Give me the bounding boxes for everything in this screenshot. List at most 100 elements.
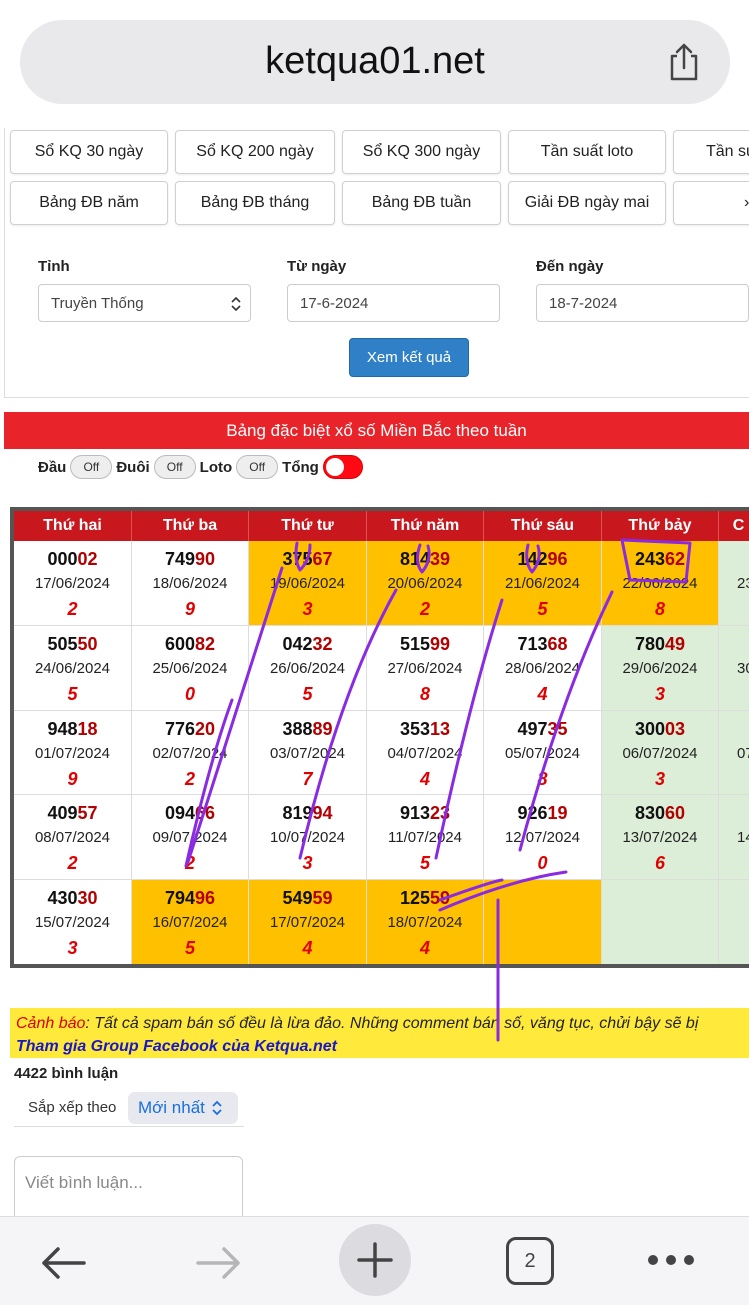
result-cell: 35313 04/07/2024 4 <box>367 711 484 795</box>
result-date: 19/06/2024 <box>269 575 346 592</box>
result-cell: 77620 02/07/2024 2 <box>132 711 249 795</box>
result-sum: 4 <box>419 938 430 958</box>
result-date: 14 <box>737 829 749 846</box>
result-number: 74990 <box>132 549 248 570</box>
toggle-duoi[interactable]: Off <box>153 455 196 479</box>
result-date: 21/06/2024 <box>504 575 581 592</box>
result-cell: 30 <box>719 626 749 711</box>
new-tab-plus-icon[interactable] <box>338 1223 412 1297</box>
number-head: 780 <box>634 634 665 654</box>
comment-input[interactable]: Viết bình luận... <box>14 1156 243 1224</box>
warning-banner: Cảnh báo: Tất cả spam bán số đều là lừa … <box>10 1008 749 1058</box>
table-title: Bảng đặc biệt xổ số Miền Bắc theo tuần <box>4 412 749 449</box>
toggle-loto[interactable]: Off <box>236 455 279 479</box>
result-sum: 9 <box>184 599 195 619</box>
toggle-tong[interactable] <box>322 455 363 479</box>
result-cell: 07 <box>719 711 749 795</box>
number-tail: 96 <box>195 888 216 908</box>
number-tail: 99 <box>430 634 451 654</box>
result-cell: 12559 18/07/2024 4 <box>367 880 484 964</box>
more-dots-icon[interactable] <box>646 1253 696 1267</box>
result-cell: 50550 24/06/2024 5 <box>14 626 132 711</box>
sort-select[interactable]: Mới nhất <box>128 1092 238 1124</box>
result-sum: 3 <box>654 769 665 789</box>
result-cell: 74990 18/06/2024 9 <box>132 541 249 626</box>
number-tail: 20 <box>195 719 216 739</box>
back-arrow-icon[interactable] <box>38 1243 88 1283</box>
result-date: 01/07/2024 <box>34 745 111 762</box>
tabs-count-button[interactable]: 2 <box>506 1237 554 1285</box>
result-sum: 2 <box>67 599 78 619</box>
number-head: 353 <box>399 719 430 739</box>
result-date: 15/07/2024 <box>34 914 111 931</box>
result-number: 14296 <box>484 549 601 570</box>
province-select[interactable]: Truyền Thống <box>38 284 251 322</box>
result-cell: 71368 28/06/2024 4 <box>484 626 602 711</box>
share-icon[interactable] <box>666 42 702 82</box>
result-number: 35313 <box>367 719 483 740</box>
toggle-duoi-label: Đuôi <box>116 458 150 476</box>
result-date: 24/06/2024 <box>34 660 111 677</box>
toggle-dau-label: Đầu <box>38 458 67 476</box>
from-date-input[interactable]: 17-6-2024 <box>287 284 500 322</box>
result-cell: 92619 12/07/2024 0 <box>484 795 602 880</box>
number-tail: 67 <box>312 549 333 569</box>
result-cell: 54959 17/07/2024 4 <box>249 880 367 964</box>
to-date-value: 18-7-2024 <box>549 294 618 312</box>
result-sum: 6 <box>654 853 665 873</box>
result-cell: 81439 20/06/2024 2 <box>367 541 484 626</box>
result-number: 51599 <box>367 634 483 655</box>
number-tail: 96 <box>547 549 568 569</box>
facebook-group-link[interactable]: Tham gia Group Facebook của Ketqua.net <box>16 1038 337 1055</box>
result-number: 60082 <box>132 634 248 655</box>
result-number: 79496 <box>132 888 248 909</box>
province-value: Truyền Thống <box>51 294 144 312</box>
toggle-loto-label: Loto <box>199 458 233 476</box>
to-date-input[interactable]: 18-7-2024 <box>536 284 749 322</box>
divider <box>14 1126 244 1127</box>
number-head: 000 <box>47 549 78 569</box>
result-date: 10/07/2024 <box>269 829 346 846</box>
result-cell: 91323 11/07/2024 5 <box>367 795 484 880</box>
address-bar[interactable]: ketqua01.net <box>20 20 730 104</box>
result-cell: 14296 21/06/2024 5 <box>484 541 602 626</box>
number-head: 749 <box>164 549 195 569</box>
result-sum: 8 <box>537 769 548 789</box>
result-sum: 4 <box>537 684 548 704</box>
result-cell <box>602 880 719 964</box>
result-cell: 24362 22/06/2024 8 <box>602 541 719 626</box>
number-tail: 35 <box>547 719 568 739</box>
result-number: 50550 <box>14 634 131 655</box>
result-cell: 78049 29/06/2024 3 <box>602 626 719 711</box>
forward-arrow-icon[interactable] <box>194 1243 244 1283</box>
result-number: 30003 <box>602 719 718 740</box>
toggle-dau[interactable]: Off <box>70 455 113 479</box>
result-date: 30 <box>737 660 749 677</box>
toggle-tong-label: Tổng <box>282 458 319 476</box>
result-date: 29/06/2024 <box>622 660 698 677</box>
result-date: 13/07/2024 <box>622 829 698 846</box>
number-tail: 90 <box>195 549 216 569</box>
result-number: 43030 <box>14 888 131 909</box>
result-sum: 4 <box>302 938 313 958</box>
result-number: 78049 <box>602 634 718 655</box>
result-cell: 37567 19/06/2024 3 <box>249 541 367 626</box>
column-header: Thứ bảy <box>602 511 719 541</box>
number-tail: 02 <box>77 549 98 569</box>
result-cell: 60082 25/06/2024 0 <box>132 626 249 711</box>
result-cell: 94818 01/07/2024 9 <box>14 711 132 795</box>
number-tail: 03 <box>665 719 686 739</box>
number-tail: 94 <box>312 803 333 823</box>
sort-value: Mới nhất <box>138 1098 205 1117</box>
result-date: 07 <box>737 745 749 762</box>
number-head: 819 <box>282 803 313 823</box>
column-header: Thứ ba <box>132 511 249 541</box>
number-tail: 23 <box>430 803 451 823</box>
number-tail: 39 <box>430 549 451 569</box>
view-results-button[interactable]: Xem kết quả <box>349 338 469 377</box>
result-date: 25/06/2024 <box>152 660 228 677</box>
number-tail: 30 <box>77 888 98 908</box>
number-tail: 82 <box>195 634 216 654</box>
number-head: 142 <box>517 549 548 569</box>
province-label: Tỉnh <box>38 258 70 275</box>
